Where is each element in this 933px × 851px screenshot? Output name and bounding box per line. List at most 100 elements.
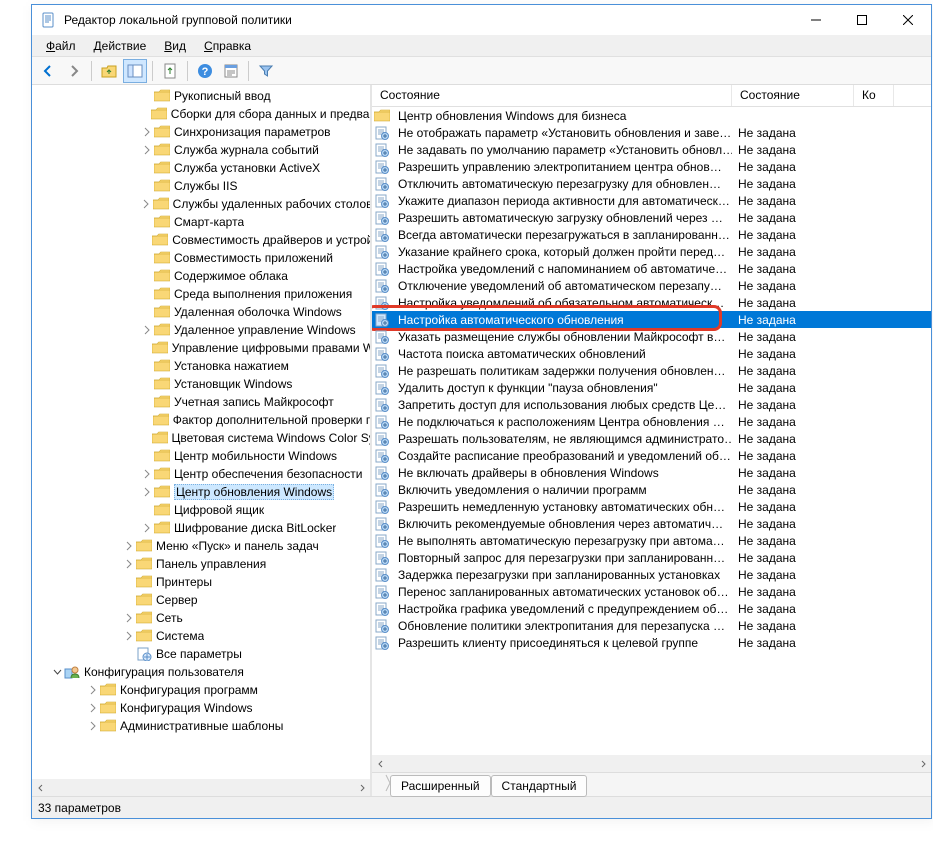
tree-item[interactable]: Служба установки ActiveX xyxy=(32,159,370,177)
list-row[interactable]: Включить рекомендуемые обновления через … xyxy=(372,515,931,532)
menu-файл[interactable]: Файл xyxy=(38,37,84,55)
chevron-right-icon[interactable] xyxy=(140,125,154,139)
column-comment-header[interactable]: Ко xyxy=(854,85,894,106)
chevron-right-icon[interactable] xyxy=(86,683,100,697)
tree-item[interactable]: Рукописный ввод xyxy=(32,87,370,105)
tree-item[interactable]: Сеть xyxy=(32,609,370,627)
tree-item[interactable]: Цветовая система Windows Color Sy xyxy=(32,429,370,447)
list-hscroll[interactable] xyxy=(372,755,931,772)
chevron-right-icon[interactable] xyxy=(122,539,136,553)
tree-item[interactable]: Конфигурация программ xyxy=(32,681,370,699)
tree-item[interactable]: Центр обновления Windows xyxy=(32,483,370,501)
list-row[interactable]: Не разрешать политикам задержки получени… xyxy=(372,362,931,379)
tree-item[interactable]: Шифрование диска BitLocker xyxy=(32,519,370,537)
chevron-right-icon[interactable] xyxy=(140,467,154,481)
chevron-right-icon[interactable] xyxy=(122,557,136,571)
up-folder-button[interactable] xyxy=(97,59,121,83)
minimize-button[interactable] xyxy=(793,5,839,35)
tree-item[interactable]: Меню «Пуск» и панель задач xyxy=(32,537,370,555)
list-row[interactable]: Перенос запланированных автоматических у… xyxy=(372,583,931,600)
close-button[interactable] xyxy=(885,5,931,35)
tree-item[interactable]: Учетная запись Майкрософт xyxy=(32,393,370,411)
list-row[interactable]: Разрешить клиенту присоединяться к целев… xyxy=(372,634,931,651)
tree-item[interactable]: Все параметры xyxy=(32,645,370,663)
list-row[interactable]: Не подключаться к расположениям Центра о… xyxy=(372,413,931,430)
list-row[interactable]: Отключить автоматическую перезагрузку дл… xyxy=(372,175,931,192)
chevron-right-icon[interactable] xyxy=(122,611,136,625)
list-row[interactable]: Не выполнять автоматическую перезагрузку… xyxy=(372,532,931,549)
list-row[interactable]: Разрешить немедленную установку автомати… xyxy=(372,498,931,515)
list-row[interactable]: Настройка уведомлений с напоминанием об … xyxy=(372,260,931,277)
tree-item[interactable]: Фактор дополнительной проверки п xyxy=(32,411,370,429)
tree-item[interactable]: Центр обеспечения безопасности xyxy=(32,465,370,483)
tree-view[interactable]: Рукописный вводСборки для сбора данных и… xyxy=(32,85,370,779)
filter-button[interactable] xyxy=(254,59,278,83)
list-view[interactable]: Центр обновления Windows для бизнесаНе о… xyxy=(372,107,931,755)
tree-item[interactable]: Совместимость приложений xyxy=(32,249,370,267)
forward-button[interactable] xyxy=(62,59,86,83)
chevron-right-icon[interactable] xyxy=(140,143,154,157)
list-row[interactable]: Запретить доступ для использования любых… xyxy=(372,396,931,413)
tree-item[interactable]: Конфигурация пользователя xyxy=(32,663,370,681)
list-row[interactable]: Включить уведомления о наличии программН… xyxy=(372,481,931,498)
tree-item[interactable]: Административные шаблоны xyxy=(32,717,370,735)
tree-item[interactable]: Принтеры xyxy=(32,573,370,591)
list-row[interactable]: Не задавать по умолчанию параметр «Устан… xyxy=(372,141,931,158)
maximize-button[interactable] xyxy=(839,5,885,35)
tree-item[interactable]: Службы удаленных рабочих столов xyxy=(32,195,370,213)
tree-item[interactable]: Установка нажатием xyxy=(32,357,370,375)
tree-item[interactable]: Система xyxy=(32,627,370,645)
list-row[interactable]: Отключение уведомлений об автоматическом… xyxy=(372,277,931,294)
list-row[interactable]: Настройка автоматического обновленияНе з… xyxy=(372,311,931,328)
export-button[interactable] xyxy=(158,59,182,83)
tree-item[interactable]: Цифровой ящик xyxy=(32,501,370,519)
column-name-header[interactable]: Состояние xyxy=(372,85,732,106)
tree-item[interactable]: Центр мобильности Windows xyxy=(32,447,370,465)
tree-item[interactable]: Удаленное управление Windows xyxy=(32,321,370,339)
help-button[interactable]: ? xyxy=(193,59,217,83)
tree-hscroll[interactable] xyxy=(32,779,370,796)
tree-item[interactable]: Установщик Windows xyxy=(32,375,370,393)
list-row[interactable]: Центр обновления Windows для бизнеса xyxy=(372,107,931,124)
list-row[interactable]: Не включать драйверы в обновления Window… xyxy=(372,464,931,481)
tree-item[interactable]: Удаленная оболочка Windows xyxy=(32,303,370,321)
list-row[interactable]: Разрешить управлению электропитанием цен… xyxy=(372,158,931,175)
tree-item[interactable]: Служба журнала событий xyxy=(32,141,370,159)
tree-item[interactable]: Содержимое облака xyxy=(32,267,370,285)
tree-item[interactable]: Смарт-карта xyxy=(32,213,370,231)
tab-extended[interactable]: Расширенный xyxy=(390,775,491,797)
chevron-right-icon[interactable] xyxy=(140,521,154,535)
tree-item[interactable]: Среда выполнения приложения xyxy=(32,285,370,303)
list-row[interactable]: Указание крайнего срока, который должен … xyxy=(372,243,931,260)
back-button[interactable] xyxy=(36,59,60,83)
properties-button[interactable] xyxy=(219,59,243,83)
chevron-right-icon[interactable] xyxy=(140,485,154,499)
chevron-down-icon[interactable] xyxy=(50,665,64,679)
list-row[interactable]: Не отображать параметр «Установить обнов… xyxy=(372,124,931,141)
chevron-right-icon[interactable] xyxy=(86,719,100,733)
list-row[interactable]: Частота поиска автоматических обновлений… xyxy=(372,345,931,362)
tree-item[interactable]: Синхронизация параметров xyxy=(32,123,370,141)
menu-вид[interactable]: Вид xyxy=(156,37,194,55)
list-row[interactable]: Настройка графика уведомлений с предупре… xyxy=(372,600,931,617)
chevron-right-icon[interactable] xyxy=(86,701,100,715)
menu-действие[interactable]: Действие xyxy=(86,37,155,55)
list-row[interactable]: Всегда автоматически перезагружаться в з… xyxy=(372,226,931,243)
list-row[interactable]: Указать размещение службы обновлении Май… xyxy=(372,328,931,345)
menu-справка[interactable]: Справка xyxy=(196,37,259,55)
tree-item[interactable]: Службы IIS xyxy=(32,177,370,195)
list-row[interactable]: Удалить доступ к функции "пауза обновлен… xyxy=(372,379,931,396)
tree-item[interactable]: Панель управления xyxy=(32,555,370,573)
chevron-right-icon[interactable] xyxy=(122,629,136,643)
list-row[interactable]: Настройка уведомлений об обязательном ав… xyxy=(372,294,931,311)
chevron-right-icon[interactable] xyxy=(140,323,154,337)
list-row[interactable]: Задержка перезагрузки при запланированны… xyxy=(372,566,931,583)
tree-item[interactable]: Конфигурация Windows xyxy=(32,699,370,717)
list-row[interactable]: Разрешить автоматическую загрузку обновл… xyxy=(372,209,931,226)
chevron-right-icon[interactable] xyxy=(139,197,153,211)
tree-item[interactable]: Сборки для сбора данных и предвар xyxy=(32,105,370,123)
list-row[interactable]: Обновление политики электропитания для п… xyxy=(372,617,931,634)
column-state-header[interactable]: Состояние xyxy=(732,85,854,106)
tree-item[interactable]: Совместимость драйверов и устрой xyxy=(32,231,370,249)
tab-standard[interactable]: Стандартный xyxy=(491,775,588,797)
